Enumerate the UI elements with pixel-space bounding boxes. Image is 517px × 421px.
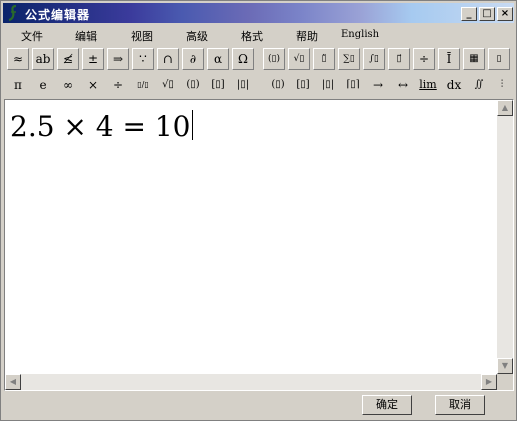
menu-bar: 文件 编辑 视图 高级 格式 帮助 English bbox=[3, 25, 514, 45]
ok-button[interactable]: 确定 bbox=[362, 395, 412, 415]
template-toolbar-row-2: π e ∞ × ÷ ▯/▯ √▯ (▯) [▯] |▯| (▯) [▯] |▯|… bbox=[7, 74, 513, 98]
logic-palette-button[interactable]: ∵ bbox=[132, 48, 154, 70]
abs-bars-button[interactable]: |▯| bbox=[232, 74, 254, 96]
horizontal-scrollbar[interactable]: ◀ ▶ bbox=[5, 374, 497, 390]
matrix-templates-button[interactable]: ▦ bbox=[463, 48, 485, 70]
formula-editor-area: 2.5 × 4 = 10 ▲ ▼ ◀ ▶ bbox=[4, 99, 514, 391]
scroll-down-button[interactable]: ▼ bbox=[497, 358, 513, 374]
times-button[interactable]: × bbox=[82, 74, 104, 96]
double-integral-button[interactable]: ∬ bbox=[468, 74, 490, 96]
box-templates-button[interactable]: ▯ bbox=[488, 48, 510, 70]
determinant-button[interactable]: |▯| bbox=[317, 74, 339, 96]
greek-lower-palette-button[interactable]: α bbox=[207, 48, 229, 70]
close-icon: × bbox=[500, 8, 510, 19]
brackets-button[interactable]: [▯] bbox=[207, 74, 229, 96]
menu-advanced[interactable]: 高级 bbox=[186, 28, 208, 44]
app-icon bbox=[8, 5, 17, 21]
close-button[interactable]: × bbox=[497, 7, 513, 21]
overbar-templates-button[interactable]: ▯⃗ bbox=[388, 48, 410, 70]
template-toolbar-row-1: ≈ ab ≰ ± ⇒ ∵ ∩ ∂ α Ω (▯) √▯ ▯̈ ∑▯ ∫▯ ▯⃗ … bbox=[7, 48, 513, 72]
text-caret bbox=[191, 110, 193, 140]
formula-text: 2.5 × 4 = 10 bbox=[10, 110, 191, 143]
menu-view[interactable]: 视图 bbox=[131, 28, 153, 44]
menu-format[interactable]: 格式 bbox=[241, 28, 263, 44]
right-arrow-button[interactable]: → bbox=[367, 74, 389, 96]
menu-edit[interactable]: 编辑 bbox=[75, 28, 97, 44]
minimize-icon: _ bbox=[466, 8, 472, 19]
embellishments-palette-button[interactable]: ≰ bbox=[57, 48, 79, 70]
operators-palette-button[interactable]: ± bbox=[82, 48, 104, 70]
scrollbar-corner bbox=[497, 374, 513, 390]
cancel-button[interactable]: 取消 bbox=[435, 395, 485, 415]
arrows-palette-button[interactable]: ⇒ bbox=[107, 48, 129, 70]
infinity-button[interactable]: ∞ bbox=[57, 74, 79, 96]
subscript-templates-button[interactable]: ▯̈ bbox=[313, 48, 335, 70]
title-bar: 公式编辑器 _ □ × bbox=[3, 3, 514, 23]
integral-templates-button[interactable]: ∫▯ bbox=[363, 48, 385, 70]
vertical-scrollbar[interactable]: ▲ ▼ bbox=[497, 100, 513, 374]
matrix-parentheses-button[interactable]: (▯) bbox=[267, 74, 289, 96]
window-title: 公式编辑器 bbox=[25, 8, 91, 22]
vertical-dots-button[interactable]: ⫶ bbox=[491, 74, 513, 96]
parentheses-button[interactable]: (▯) bbox=[182, 74, 204, 96]
pi-button[interactable]: π bbox=[7, 74, 29, 96]
limit-button[interactable]: lim bbox=[417, 74, 439, 96]
maximize-icon: □ bbox=[482, 8, 492, 19]
fence-templates-button[interactable]: (▯) bbox=[263, 48, 285, 70]
spaces-palette-button[interactable]: ab bbox=[32, 48, 54, 70]
box-matrix-button[interactable]: ⌈▯⌉ bbox=[342, 74, 364, 96]
summation-templates-button[interactable]: ∑▯ bbox=[338, 48, 360, 70]
scroll-up-button[interactable]: ▲ bbox=[497, 100, 513, 116]
formula-display: 2.5 × 4 = 10 bbox=[10, 110, 193, 143]
set-theory-palette-button[interactable]: ∩ bbox=[157, 48, 179, 70]
double-arrow-button[interactable]: ↔ bbox=[392, 74, 414, 96]
fraction-radical-templates-button[interactable]: √▯ bbox=[288, 48, 310, 70]
matrix-brackets-button[interactable]: [▯] bbox=[292, 74, 314, 96]
menu-help[interactable]: 帮助 bbox=[296, 28, 318, 44]
relations-palette-button[interactable]: ≈ bbox=[7, 48, 29, 70]
fraction-button[interactable]: ▯/▯ bbox=[132, 74, 154, 96]
divide-button[interactable]: ÷ bbox=[107, 74, 129, 96]
product-templates-button[interactable]: Ī bbox=[438, 48, 460, 70]
maximize-button[interactable]: □ bbox=[479, 7, 495, 21]
menu-file[interactable]: 文件 bbox=[21, 28, 43, 44]
scroll-right-button[interactable]: ▶ bbox=[481, 374, 497, 390]
menu-english[interactable]: English bbox=[341, 29, 379, 40]
misc-symbols-palette-button[interactable]: ∂ bbox=[182, 48, 204, 70]
arrow-templates-button[interactable]: ÷ bbox=[413, 48, 435, 70]
differential-button[interactable]: dx bbox=[443, 74, 465, 96]
formula-canvas[interactable]: 2.5 × 4 = 10 bbox=[5, 100, 497, 374]
e-button[interactable]: e bbox=[32, 74, 54, 96]
scroll-left-button[interactable]: ◀ bbox=[5, 374, 21, 390]
greek-upper-palette-button[interactable]: Ω bbox=[232, 48, 254, 70]
minimize-button[interactable]: _ bbox=[461, 7, 477, 21]
sqrt-button[interactable]: √▯ bbox=[157, 74, 179, 96]
formula-editor-window: 公式编辑器 _ □ × 文件 编辑 视图 高级 格式 帮助 English ≈ … bbox=[0, 0, 517, 421]
